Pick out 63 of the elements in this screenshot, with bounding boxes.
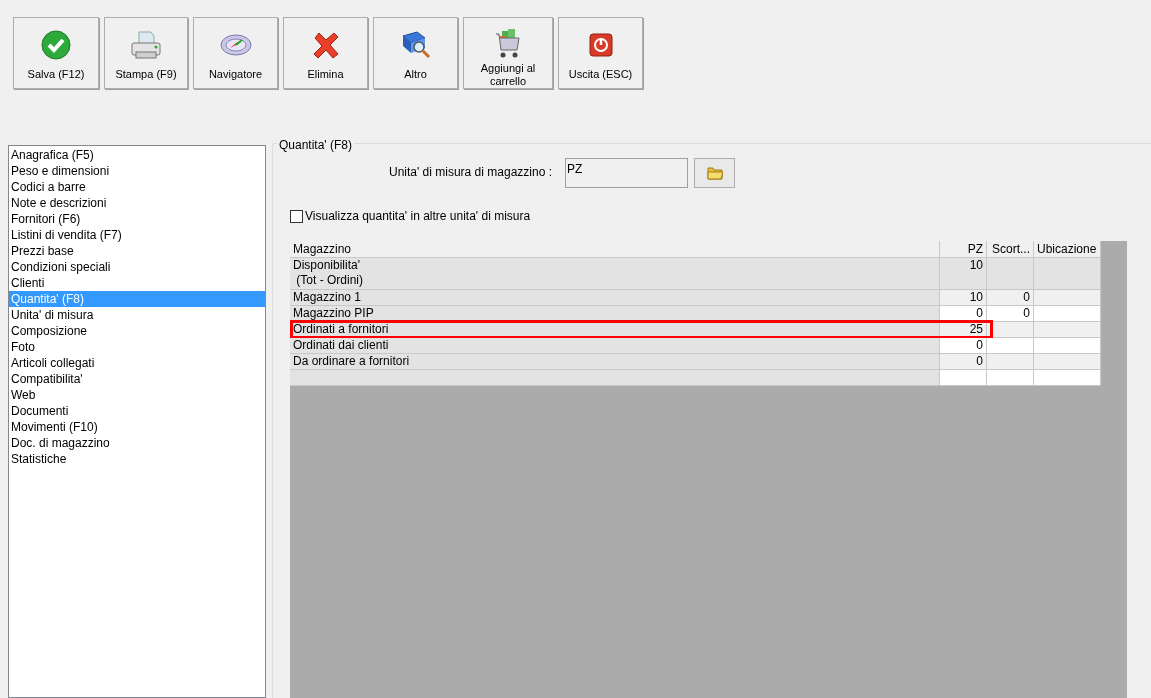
row-label: Disponibilita' (Tot - Ordini) bbox=[290, 258, 940, 290]
sidebar-item[interactable]: Anagrafica (F5) bbox=[9, 147, 265, 163]
table-cell: 10 bbox=[940, 258, 987, 290]
checkbox-label: Visualizza quantita' in altre unita' di misura bbox=[305, 208, 531, 225]
sidebar-item[interactable]: Composizione bbox=[9, 323, 265, 339]
sidebar-item[interactable]: Note e descrizioni bbox=[9, 195, 265, 211]
sidebar-item[interactable]: Fornitori (F6) bbox=[9, 211, 265, 227]
toolbar-button[interactable]: Altro bbox=[373, 17, 458, 89]
table-cell bbox=[987, 370, 1034, 386]
table-cell bbox=[987, 338, 1034, 354]
toolbar-button[interactable]: Elimina bbox=[283, 17, 368, 89]
sidebar-item[interactable]: Prezzi base bbox=[9, 243, 265, 259]
sidebar-item[interactable]: Compatibilita' bbox=[9, 371, 265, 387]
column-header[interactable]: PZ bbox=[940, 241, 987, 258]
sidebar-item[interactable]: Clienti bbox=[9, 275, 265, 291]
table-cell bbox=[987, 258, 1034, 290]
row-label: Magazzino 1 bbox=[290, 290, 940, 306]
table-cell bbox=[1034, 290, 1101, 306]
sidebar-item[interactable]: Statistiche bbox=[9, 451, 265, 467]
table-cell: 0 bbox=[940, 338, 987, 354]
table-cell: 0 bbox=[940, 354, 987, 370]
checkmark-icon bbox=[41, 30, 71, 60]
table-cell bbox=[1034, 354, 1101, 370]
sidebar-item[interactable]: Movimenti (F10) bbox=[9, 419, 265, 435]
power-icon bbox=[588, 33, 613, 57]
row-label: Da ordinare a fornitori bbox=[290, 354, 940, 370]
sidebar-item[interactable]: Documenti bbox=[9, 403, 265, 419]
column-header[interactable]: Magazzino bbox=[290, 241, 940, 258]
table-cell bbox=[1034, 370, 1101, 386]
compass-icon bbox=[219, 33, 252, 57]
sidebar-item[interactable]: Codici a barre bbox=[9, 179, 265, 195]
row-label: Ordinati dai clienti bbox=[290, 338, 940, 354]
sidebar-item[interactable]: Peso e dimensioni bbox=[9, 163, 265, 179]
table-cell bbox=[1034, 258, 1101, 290]
column-header[interactable]: Scort... bbox=[987, 241, 1034, 258]
printer-icon bbox=[130, 30, 162, 60]
field-label: Unita' di misura di magazzino : bbox=[387, 164, 552, 181]
column-header[interactable]: Ubicazione bbox=[1034, 241, 1101, 258]
table-cell bbox=[1034, 338, 1101, 354]
folder-icon bbox=[706, 166, 723, 180]
table-cell: 0 bbox=[987, 290, 1034, 306]
sidebar-item[interactable]: Condizioni speciali bbox=[9, 259, 265, 275]
toolbar-button[interactable]: Salva (F12) bbox=[13, 17, 99, 89]
toolbar-button[interactable]: Stampa (F9) bbox=[104, 17, 188, 89]
table-cell: 0 bbox=[987, 306, 1034, 322]
shopping-cart-icon bbox=[493, 28, 523, 60]
sidebar-item[interactable]: Listini di vendita (F7) bbox=[9, 227, 265, 243]
sidebar-item[interactable]: Foto bbox=[9, 339, 265, 355]
checkbox[interactable] bbox=[290, 209, 303, 223]
sidebar-item[interactable]: Unita' di misura bbox=[9, 307, 265, 323]
sidebar-item[interactable]: Articoli collegati bbox=[9, 355, 265, 371]
table-cell bbox=[987, 322, 1034, 338]
table-cell bbox=[940, 370, 987, 386]
toolbar-button[interactable]: Aggiungi al carrello bbox=[463, 17, 553, 89]
table-cell bbox=[987, 354, 1034, 370]
table-cell bbox=[1034, 322, 1101, 338]
table-cell: 10 bbox=[940, 290, 987, 306]
sidebar-item[interactable]: Doc. di magazzino bbox=[9, 435, 265, 451]
toolbar-button[interactable]: Uscita (ESC) bbox=[558, 17, 643, 89]
table-cell bbox=[1034, 306, 1101, 322]
sidebar-item[interactable]: Web bbox=[9, 387, 265, 403]
unit-field[interactable]: PZ bbox=[565, 158, 688, 188]
toolbar-button[interactable]: Navigatore bbox=[193, 17, 278, 89]
